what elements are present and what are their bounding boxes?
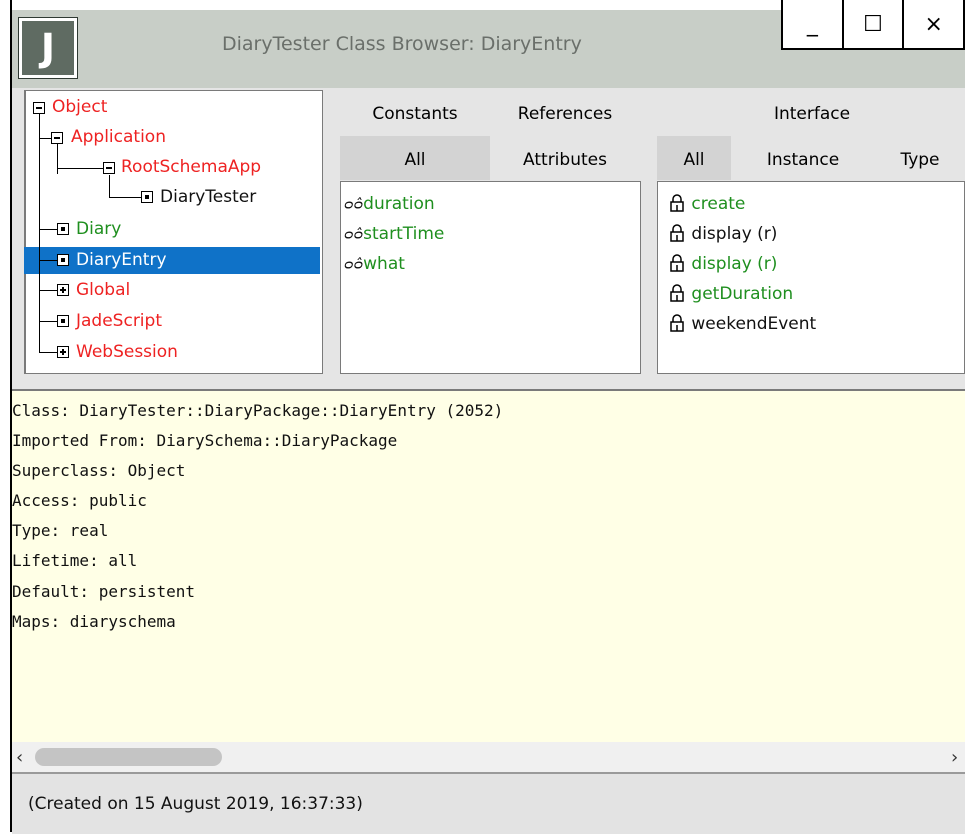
list-item[interactable]: getDuration bbox=[668, 279, 793, 309]
tab-type[interactable]: Type bbox=[880, 150, 960, 170]
method-lock-icon bbox=[670, 194, 684, 212]
maximize-button[interactable]: ☐ bbox=[841, 0, 903, 48]
glasses-icon: ᴑᴑ̂ bbox=[344, 257, 364, 273]
window-title: DiaryTester Class Browser: DiaryEntry bbox=[222, 33, 582, 55]
method-lock-icon bbox=[670, 314, 684, 332]
leaf-node-icon bbox=[141, 191, 153, 203]
tree-line bbox=[57, 144, 58, 174]
detail-line: Class: DiaryTester::DiaryPackage::DiaryE… bbox=[12, 401, 504, 420]
method-label: display (r) bbox=[691, 224, 778, 244]
list-item[interactable]: weekendEvent bbox=[668, 309, 816, 339]
scroll-thumb[interactable] bbox=[35, 748, 222, 766]
list-item[interactable]: ᴑᴑ̂startTime bbox=[344, 219, 444, 249]
scroll-left-arrow-icon[interactable]: ‹ bbox=[16, 747, 23, 768]
tree-line bbox=[39, 290, 57, 291]
glasses-icon: ᴑᴑ̂ bbox=[344, 197, 364, 213]
detail-line: Default: persistent bbox=[12, 582, 196, 601]
minimize-button[interactable]: _ bbox=[783, 0, 842, 48]
tab-interface[interactable]: Interface bbox=[737, 104, 887, 124]
window-controls: _ ☐ × bbox=[781, 0, 965, 50]
detail-line: Type: real bbox=[12, 521, 109, 540]
expand-icon[interactable] bbox=[57, 284, 69, 296]
method-label: display (r) bbox=[691, 254, 778, 274]
tab-instance[interactable]: Instance bbox=[743, 150, 863, 170]
method-label: getDuration bbox=[691, 284, 794, 304]
tree-line bbox=[57, 168, 103, 169]
scroll-right-arrow-icon[interactable]: › bbox=[951, 747, 958, 768]
property-label: startTime bbox=[363, 224, 445, 244]
property-label: what bbox=[363, 254, 405, 274]
list-item[interactable]: display (r) bbox=[668, 249, 777, 279]
tree-line bbox=[109, 197, 141, 198]
collapse-icon[interactable] bbox=[103, 162, 115, 174]
tree-item-jadescript[interactable]: JadeScript bbox=[76, 308, 162, 334]
tree-item-global[interactable]: Global bbox=[76, 277, 130, 303]
tree-line bbox=[39, 110, 40, 353]
property-label: duration bbox=[363, 194, 435, 214]
detail-line: Maps: diaryschema bbox=[12, 612, 176, 631]
tab-references[interactable]: References bbox=[495, 104, 635, 124]
method-label: weekendEvent bbox=[691, 314, 817, 334]
tree-line bbox=[39, 260, 57, 261]
tree-line bbox=[109, 175, 110, 197]
tree-item-diaryentry[interactable]: DiaryEntry bbox=[76, 247, 167, 273]
method-lock-icon bbox=[670, 224, 684, 242]
tree-item-object[interactable]: Object bbox=[52, 94, 107, 120]
list-item[interactable]: create bbox=[668, 189, 745, 219]
tree-line bbox=[39, 138, 51, 139]
tree-line bbox=[39, 352, 57, 353]
method-lock-icon bbox=[670, 254, 684, 272]
tab-all-methods[interactable]: All bbox=[657, 150, 731, 170]
tab-constants[interactable]: Constants bbox=[345, 104, 485, 124]
tree-item-websession[interactable]: WebSession bbox=[76, 339, 178, 365]
detail-line: Access: public bbox=[12, 491, 147, 510]
detail-line: Superclass: Object bbox=[12, 461, 186, 480]
tree-item-diarytester[interactable]: DiaryTester bbox=[160, 184, 256, 210]
collapse-icon[interactable] bbox=[51, 132, 63, 144]
glasses-icon: ᴑᴑ̂ bbox=[344, 227, 364, 243]
method-lock-icon bbox=[670, 284, 684, 302]
tab-attributes[interactable]: Attributes bbox=[495, 150, 635, 170]
leaf-node-icon bbox=[57, 254, 69, 266]
leaf-node-icon bbox=[57, 223, 69, 235]
list-item[interactable]: ᴑᴑ̂what bbox=[344, 249, 405, 279]
method-label: create bbox=[691, 194, 746, 214]
close-button[interactable]: × bbox=[902, 0, 963, 48]
leaf-node-icon bbox=[57, 315, 69, 327]
detail-line: Imported From: DiarySchema::DiaryPackage bbox=[12, 431, 398, 450]
tree-line bbox=[39, 229, 57, 230]
list-item[interactable]: ᴑᴑ̂duration bbox=[344, 189, 435, 219]
tab-all-properties[interactable]: All bbox=[345, 150, 485, 170]
status-bar: (Created on 15 August 2019, 16:37:33) bbox=[12, 772, 965, 834]
list-item[interactable]: display (r) bbox=[668, 219, 777, 249]
tree-line bbox=[39, 321, 57, 322]
created-timestamp: (Created on 15 August 2019, 16:37:33) bbox=[28, 794, 363, 814]
tree-item-rootschemaapp[interactable]: RootSchemaApp bbox=[121, 154, 261, 180]
expand-icon[interactable] bbox=[57, 346, 69, 358]
tree-item-diary[interactable]: Diary bbox=[76, 216, 121, 242]
detail-line: Lifetime: all bbox=[12, 551, 138, 570]
tree-item-application[interactable]: Application bbox=[71, 124, 166, 150]
jade-logo-icon: J bbox=[18, 17, 78, 79]
collapse-icon[interactable] bbox=[33, 102, 45, 114]
